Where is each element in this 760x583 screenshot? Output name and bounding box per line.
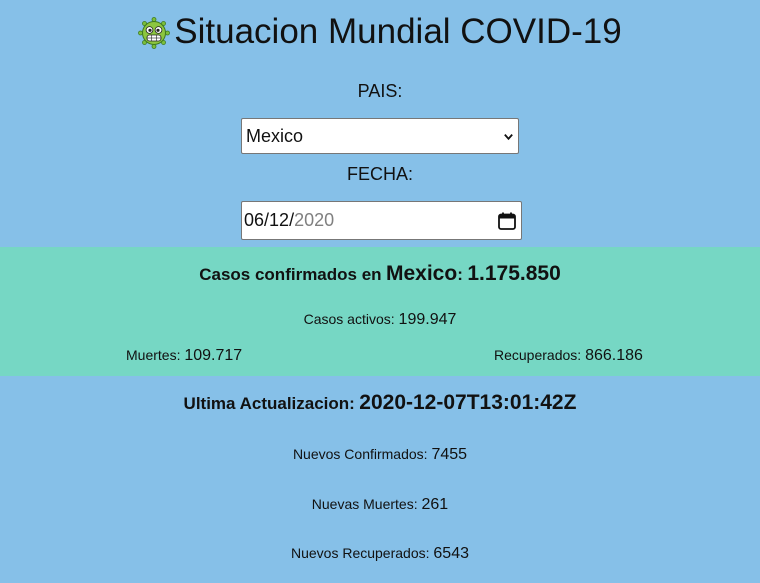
recovered: Recuperados: 866.186 [494,347,643,365]
confirmed-prefix: Casos confirmados en [199,265,382,284]
confirmed-colon: : [457,265,463,284]
deaths-label: Muertes: [126,347,181,363]
country-label: PAIS: [357,81,403,101]
date-month: 06 [244,210,265,230]
deaths: Muertes: 109.717 [126,347,242,365]
last-update-label: Ultima Actualizacion: [183,394,355,413]
new-deaths: Nuevas Muertes: 261 [0,496,760,514]
title-row: Situacion Mundial COVID-19 [0,10,760,54]
date-label: FECHA: [346,164,413,184]
virus-icon [138,17,171,49]
date-input-value: 06/12/2020 [244,210,335,230]
country-select-value: Mexico [246,125,304,146]
date-input[interactable]: 06/12/2020 [241,201,522,240]
confirmed-value: 1.175.850 [467,262,561,285]
new-deaths-value: 261 [421,496,449,513]
confirmed-headline: Casos confirmados en Mexico: 1.175.850 [0,262,760,286]
date-year: 2020 [294,210,335,230]
deaths-value: 109.717 [184,347,243,364]
top-section: Situacion Mundial COVID-19 PAIS: Mexico … [0,0,760,247]
active-cases-value: 199.947 [398,311,457,328]
active-cases-label: Casos activos: [303,311,395,327]
page-title: Situacion Mundial COVID-19 [174,12,622,51]
confirmed-country: Mexico [386,262,458,285]
new-confirmed-value: 7455 [431,446,468,463]
date-day: 12 [269,210,290,230]
recovered-label: Recuperados: [494,347,582,363]
new-confirmed-label: Nuevos Confirmados: [292,446,428,462]
active-cases: Casos activos: 199.947 [0,311,760,329]
chevron-down-icon [504,133,513,140]
calendar-icon[interactable] [497,211,517,231]
last-update: Ultima Actualizacion: 2020-12-07T13:01:4… [0,391,760,415]
new-recovered-value: 6543 [433,545,469,562]
summary-panel: Casos confirmados en Mexico: 1.175.850 C… [0,247,760,376]
last-update-value: 2020-12-07T13:01:42Z [359,391,577,414]
new-recovered-label: Nuevos Recuperados: [290,545,430,561]
new-confirmed: Nuevos Confirmados: 7455 [0,446,760,464]
country-select[interactable]: Mexico [241,118,519,154]
recovered-value: 866.186 [585,347,643,364]
new-deaths-label: Nuevas Muertes: [311,496,418,512]
new-recovered: Nuevos Recuperados: 6543 [0,545,760,563]
